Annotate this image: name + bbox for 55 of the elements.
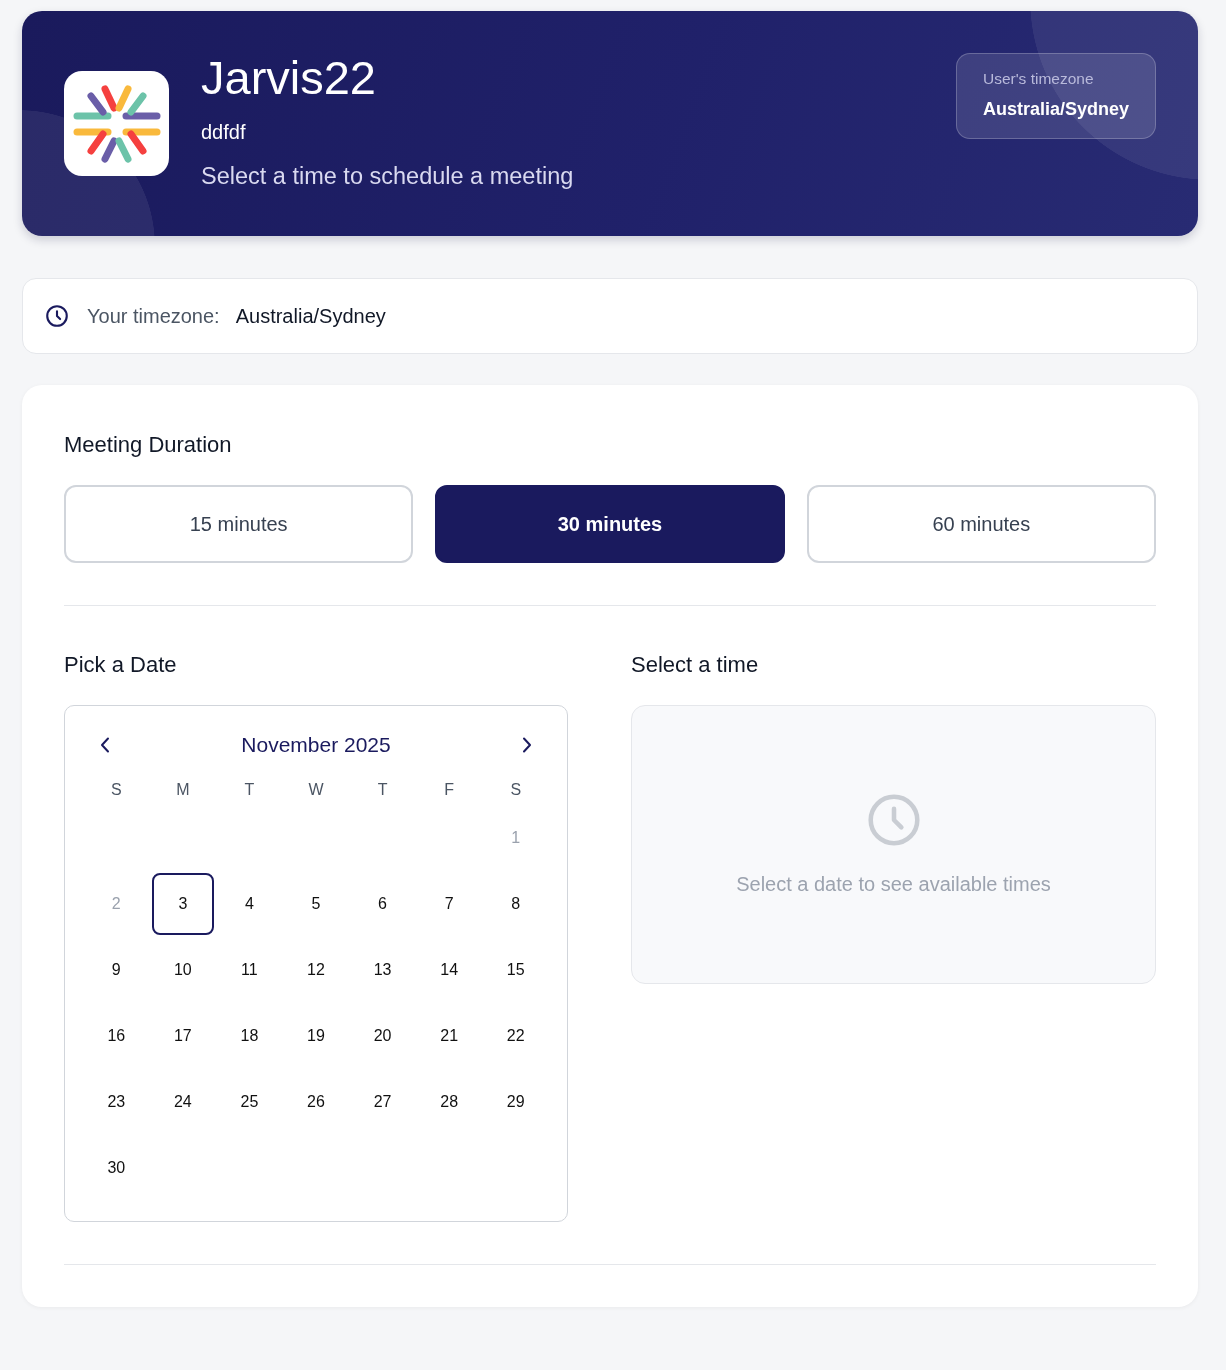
duration-option[interactable]: 30 minutes [435,485,785,563]
clock-icon [46,305,68,327]
section-heading: Meeting Duration [64,431,232,459]
calendar-day[interactable]: 17 [151,1005,215,1067]
section-heading: Pick a Date [64,651,177,679]
badge-value: Australia/Sydney [982,98,1129,120]
month-title: November 2025 [241,733,391,757]
calendar-day[interactable]: 20 [351,1005,414,1067]
calendar-day[interactable]: 9 [85,939,148,1001]
calendar-day[interactable]: 11 [218,939,281,1001]
calendar-day[interactable]: 25 [218,1071,281,1133]
calendar-day[interactable]: 27 [351,1071,414,1133]
calendar-day[interactable]: 22 [484,1005,547,1067]
calendar-day[interactable]: 12 [284,939,348,1001]
page-title: Jarvis22 [201,51,376,105]
calendar-day[interactable]: 7 [417,873,481,935]
calendar-day[interactable]: 14 [417,939,481,1001]
weekday-label: S [110,780,122,800]
tagline-text: Select a time to schedule a meeting [201,162,574,190]
duration-option[interactable]: 15 minutes [64,485,414,563]
calendar-day[interactable]: 13 [351,939,414,1001]
timezone-label: Your timezone: [87,304,220,328]
calendar-day[interactable]: 19 [284,1005,348,1067]
calendar-day[interactable]: 15 [484,939,547,1001]
empty-state-message: Select a date to see available times [736,871,1051,896]
weekday-label: M [176,780,190,800]
calendar-day[interactable]: 3 [151,873,215,935]
calendar-day[interactable]: 24 [151,1071,215,1133]
weekday-label: F [444,780,454,800]
clock-icon [867,793,920,846]
weekday-label: S [510,780,522,800]
weekday-label: W [308,780,324,800]
calendar-day[interactable]: 28 [417,1071,481,1133]
calendar-day[interactable]: 5 [284,873,348,935]
calendar-day[interactable]: 29 [484,1071,547,1133]
chevron-left-icon [100,737,110,753]
weekday-label: T [244,780,255,800]
duration-option[interactable]: 60 minutes [806,485,1156,563]
calendar-day[interactable]: 10 [151,939,215,1001]
calendar-day[interactable]: 6 [351,873,414,935]
chevron-right-icon [522,737,532,753]
section-heading: Select a time [631,651,759,679]
calendar-day[interactable]: 23 [85,1071,148,1133]
calendar-day[interactable]: 4 [218,873,281,935]
subtitle-text: ddfdf [201,120,246,144]
calendar-day[interactable]: 18 [218,1005,281,1067]
calendar-day[interactable]: 26 [284,1071,348,1133]
logo-icon [64,71,169,176]
calendar-day[interactable]: 30 [85,1137,148,1199]
weekday-label: T [377,780,388,800]
calendar-day[interactable]: 21 [417,1005,481,1067]
calendar-day[interactable]: 8 [484,873,547,935]
timezone-value: Australia/Sydney [235,304,386,328]
calendar-day[interactable]: 16 [85,1005,148,1067]
badge-label: User's timezone [982,70,1095,88]
